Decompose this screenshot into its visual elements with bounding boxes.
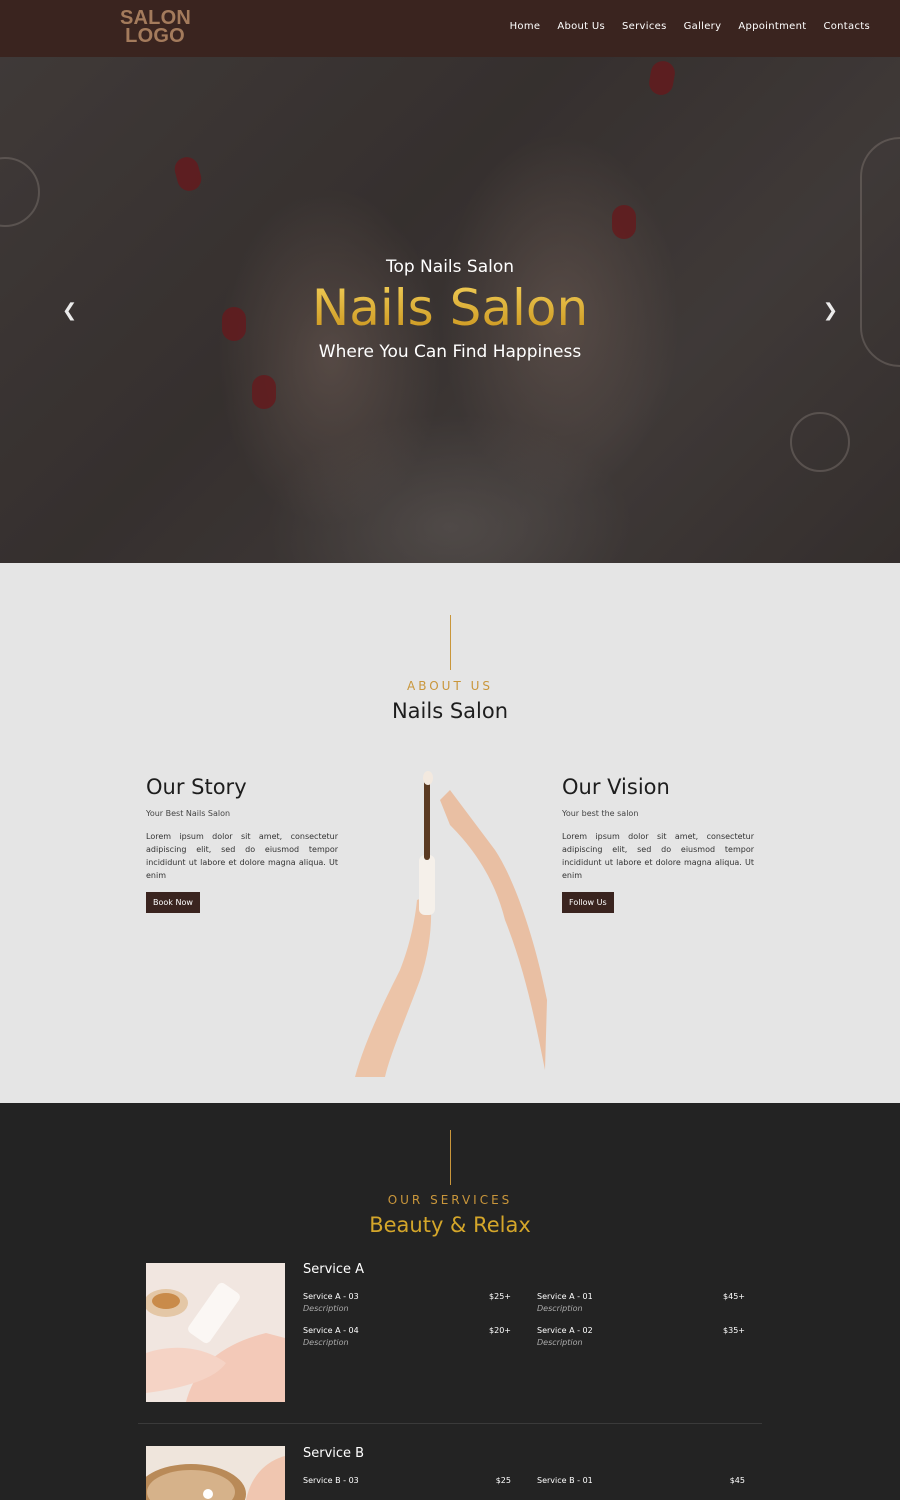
our-vision-subheading: Your best the salon <box>562 809 639 818</box>
service-item-price: $45+ <box>723 1292 745 1301</box>
our-story-body: Lorem ipsum dolor sit amet, consectetur … <box>146 832 338 880</box>
service-a-image <box>146 1263 285 1402</box>
nav-item-contacts[interactable]: Contacts <box>823 21 870 32</box>
service-item-name: Service A - 03 <box>303 1292 359 1301</box>
service-item-name: Service B - 03 <box>303 1476 359 1485</box>
logo-line-2: LOGO <box>125 25 185 47</box>
hands-image <box>355 771 547 1077</box>
about-section: ABOUT US Nails Salon Our Story Your Best… <box>0 563 900 1103</box>
service-item-price: $35+ <box>723 1326 745 1335</box>
service-a-name: Service A <box>303 1262 365 1277</box>
service-item-price: $25+ <box>489 1292 511 1301</box>
service-b-image <box>146 1446 285 1500</box>
divider-line <box>450 1130 451 1185</box>
service-divider <box>138 1423 762 1424</box>
service-item-price: $45 <box>729 1476 745 1485</box>
services-eyebrow: OUR SERVICES <box>387 1193 513 1207</box>
main-menu: Home About Us Services Gallery Appointme… <box>510 21 870 32</box>
our-vision-column: Our Vision Your best the salon Lorem ips… <box>562 775 754 913</box>
hero-title: Nails Salon <box>0 279 900 337</box>
top-navbar: SALON LOGO Home About Us Services Galler… <box>0 0 900 57</box>
service-item-price: $25 <box>495 1476 511 1485</box>
service-item-name: Service A - 02 <box>537 1326 593 1335</box>
our-story-heading: Our Story <box>146 775 247 799</box>
nav-item-home[interactable]: Home <box>510 21 541 32</box>
services-title: Beauty & Relax <box>369 1213 531 1237</box>
about-eyebrow: ABOUT US <box>406 679 493 693</box>
service-item-name: Service A - 01 <box>537 1292 593 1301</box>
book-now-button[interactable]: Book Now <box>146 892 200 913</box>
service-item-name: Service A - 04 <box>303 1326 359 1335</box>
hero-slider: Top Nails Salon Nails Salon Where You Ca… <box>0 57 900 563</box>
our-story-subheading: Your Best Nails Salon <box>146 809 231 818</box>
our-vision-body: Lorem ipsum dolor sit amet, consectetur … <box>562 832 754 880</box>
nav-item-services[interactable]: Services <box>622 21 667 32</box>
nav-item-gallery[interactable]: Gallery <box>684 21 722 32</box>
service-item[interactable]: Service B - 03 $25 <box>303 1476 511 1485</box>
nav-item-appointment[interactable]: Appointment <box>738 21 806 32</box>
services-section: OUR SERVICES Beauty & Relax Service A Se… <box>0 1103 900 1500</box>
salon-logo[interactable]: SALON LOGO <box>120 8 191 47</box>
service-item[interactable]: Service A - 02 $35+ Description <box>537 1326 745 1347</box>
chevron-right-icon[interactable]: ❯ <box>823 300 838 321</box>
follow-us-button[interactable]: Follow Us <box>562 892 614 913</box>
service-item[interactable]: Service A - 04 $20+ Description <box>303 1326 511 1347</box>
service-item-description: Description <box>303 1304 349 1313</box>
service-item[interactable]: Service A - 01 $45+ Description <box>537 1292 745 1313</box>
our-story-column: Our Story Your Best Nails Salon Lorem ip… <box>146 775 338 913</box>
service-item-price: $20+ <box>489 1326 511 1335</box>
service-b-name: Service B <box>303 1446 365 1461</box>
chevron-left-icon[interactable]: ❮ <box>62 300 77 321</box>
service-item[interactable]: Service B - 01 $45 <box>537 1476 745 1485</box>
our-vision-heading: Our Vision <box>562 775 670 799</box>
divider-line <box>450 615 451 670</box>
nav-item-about-us[interactable]: About Us <box>557 21 605 32</box>
service-item[interactable]: Service A - 03 $25+ Description <box>303 1292 511 1313</box>
service-item-description: Description <box>303 1338 349 1347</box>
hero-subtitle: Top Nails Salon <box>385 257 515 277</box>
service-item-description: Description <box>537 1304 583 1313</box>
about-title: Nails Salon <box>391 699 509 723</box>
service-item-description: Description <box>537 1338 583 1347</box>
hero-tagline: Where You Can Find Happiness <box>318 342 582 362</box>
service-item-name: Service B - 01 <box>537 1476 593 1485</box>
